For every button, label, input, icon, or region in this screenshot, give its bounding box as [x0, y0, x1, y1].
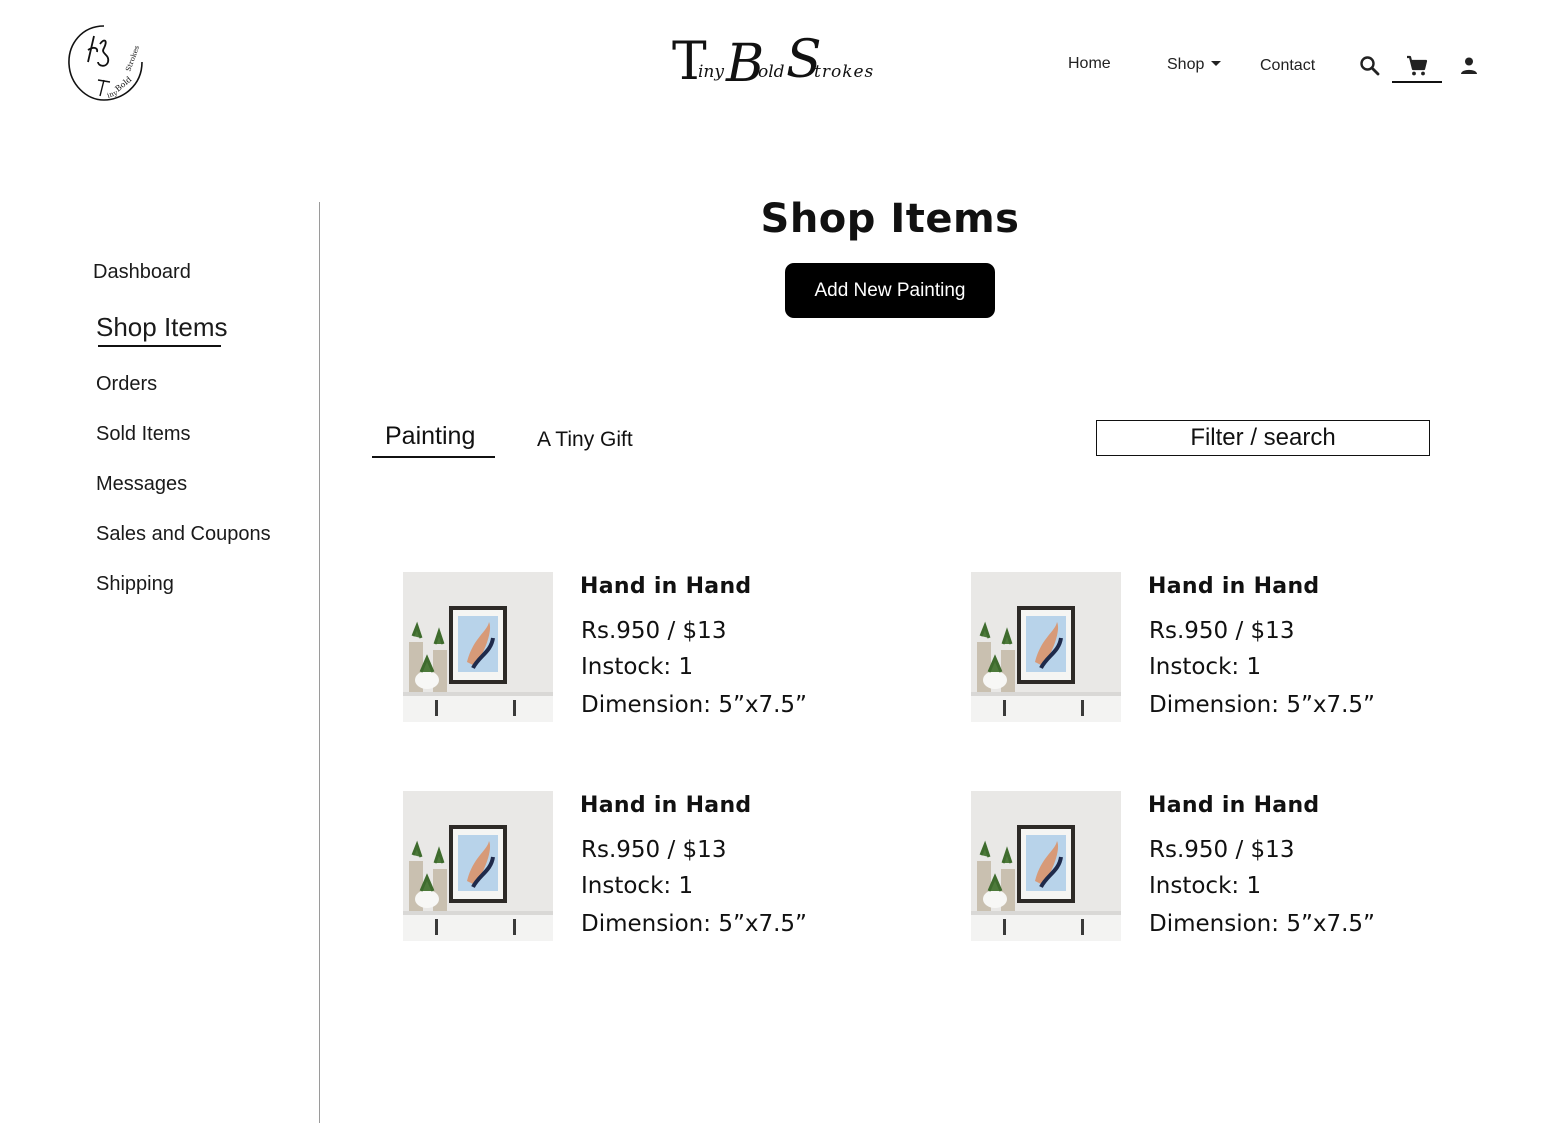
product-price: Rs.950 / $13: [1149, 618, 1295, 644]
product-name: Hand in Hand: [1148, 574, 1320, 599]
brand-word-trokes: trokes: [814, 62, 875, 82]
product-name: Hand in Hand: [1148, 793, 1320, 818]
brand-wordmark[interactable]: T iny B old S trokes: [672, 30, 876, 94]
product-card[interactable]: Hand in Hand Rs.950 / $13 Instock: 1 Dim…: [971, 791, 1451, 941]
sidebar-item-orders[interactable]: Orders: [96, 373, 157, 396]
caret-down-icon: [1211, 61, 1222, 67]
product-card[interactable]: Hand in Hand Rs.950 / $13 Instock: 1 Dim…: [971, 572, 1451, 722]
product-dimension: Dimension: 5”x7.5”: [581, 911, 807, 937]
nav-shop-label: Shop: [1167, 56, 1205, 73]
product-thumbnail: [403, 791, 553, 941]
svg-text:Strokes: Strokes: [124, 44, 141, 73]
sidebar-divider: [319, 202, 320, 1123]
tab-a-tiny-gift[interactable]: A Tiny Gift: [537, 428, 633, 452]
sidebar-item-sold-items[interactable]: Sold Items: [96, 423, 190, 446]
filter-search-input[interactable]: [1096, 420, 1430, 456]
cart-icon[interactable]: [1405, 54, 1429, 78]
user-icon[interactable]: [1457, 54, 1481, 78]
product-stock: Instock: 1: [581, 873, 694, 899]
nav-shop[interactable]: Shop: [1167, 56, 1222, 74]
product-dimension: Dimension: 5”x7.5”: [1149, 911, 1375, 937]
page-title: Shop Items: [760, 196, 1020, 242]
product-dimension: Dimension: 5”x7.5”: [581, 692, 807, 718]
nav-home[interactable]: Home: [1068, 55, 1111, 73]
product-stock: Instock: 1: [1149, 654, 1262, 680]
cart-active-underline: [1392, 81, 1442, 83]
product-price: Rs.950 / $13: [581, 837, 727, 863]
product-price: Rs.950 / $13: [581, 618, 727, 644]
product-stock: Instock: 1: [581, 654, 694, 680]
product-card[interactable]: Hand in Hand Rs.950 / $13 Instock: 1 Dim…: [403, 572, 883, 722]
logo-mark[interactable]: iny Bold Strokes: [64, 22, 148, 106]
sidebar-item-dashboard[interactable]: Dashboard: [93, 261, 191, 284]
add-new-painting-button[interactable]: Add New Painting: [785, 263, 995, 318]
product-name: Hand in Hand: [580, 793, 752, 818]
product-thumbnail: [971, 791, 1121, 941]
svg-text:Bold: Bold: [114, 75, 134, 94]
search-icon[interactable]: [1358, 54, 1382, 78]
sidebar-active-underline: [98, 345, 221, 347]
nav-contact[interactable]: Contact: [1260, 57, 1315, 75]
product-stock: Instock: 1: [1149, 873, 1262, 899]
brand-word-old: old: [758, 62, 785, 82]
brand-word-iny: iny: [698, 62, 724, 82]
product-card[interactable]: Hand in Hand Rs.950 / $13 Instock: 1 Dim…: [403, 791, 883, 941]
product-thumbnail: [403, 572, 553, 722]
product-price: Rs.950 / $13: [1149, 837, 1295, 863]
sidebar-item-shipping[interactable]: Shipping: [96, 573, 174, 596]
sidebar-item-messages[interactable]: Messages: [96, 473, 187, 496]
product-name: Hand in Hand: [580, 574, 752, 599]
sidebar-item-shop-items[interactable]: Shop Items: [96, 312, 228, 343]
product-dimension: Dimension: 5”x7.5”: [1149, 692, 1375, 718]
tab-active-underline: [372, 456, 495, 458]
sidebar-item-sales-and-coupons[interactable]: Sales and Coupons: [96, 523, 271, 546]
tab-painting[interactable]: Painting: [385, 422, 475, 451]
product-thumbnail: [971, 572, 1121, 722]
